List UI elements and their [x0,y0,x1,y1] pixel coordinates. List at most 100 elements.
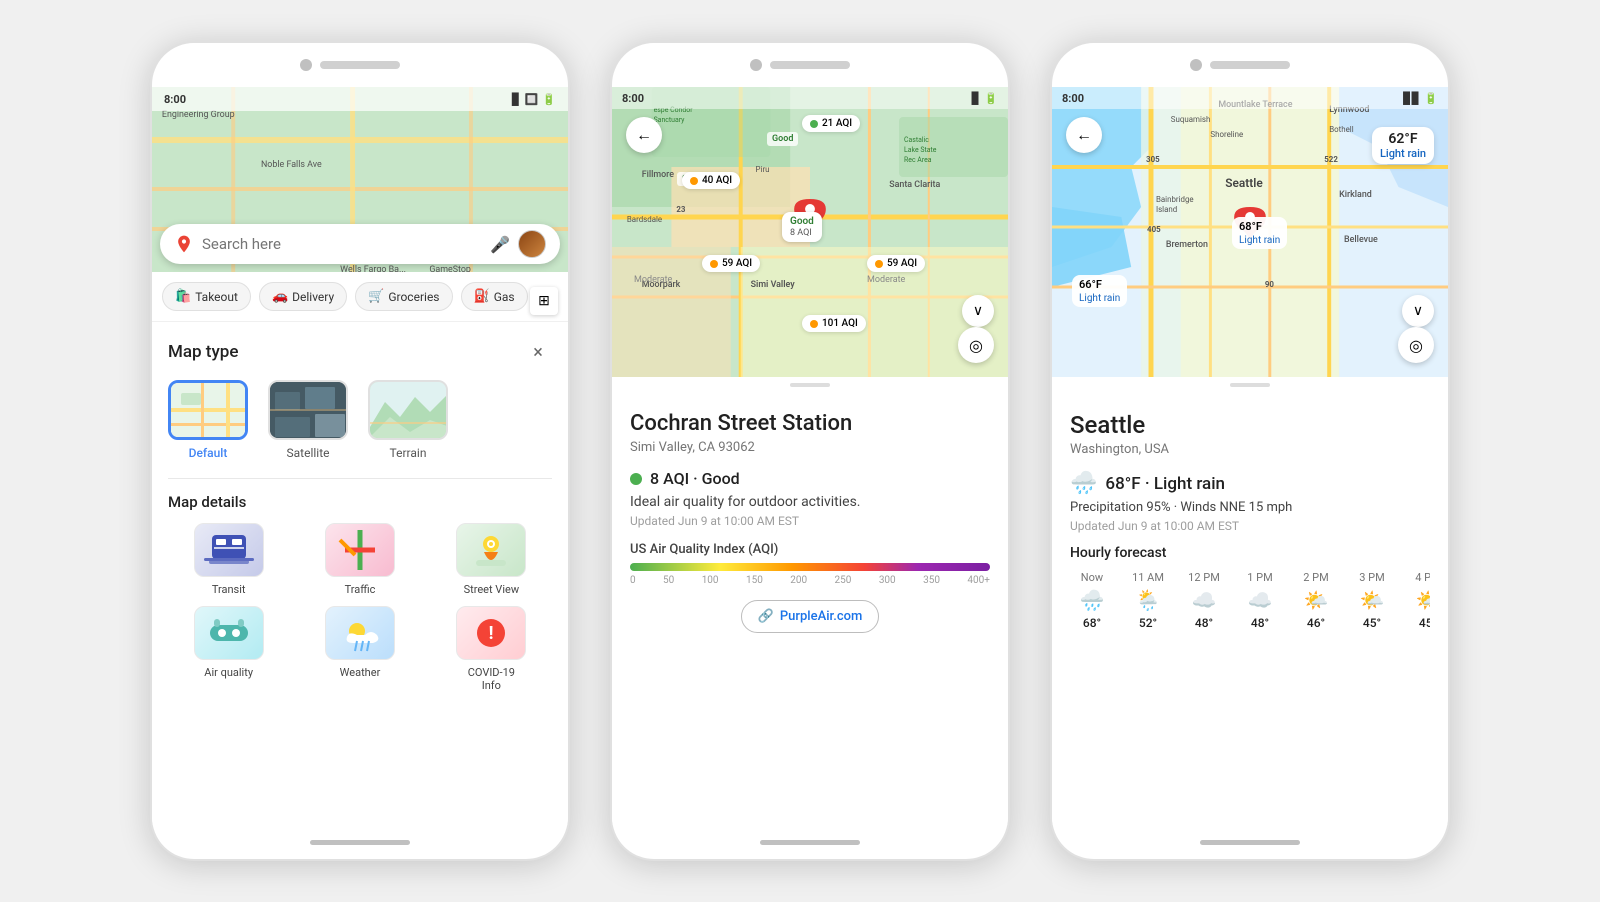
hourly-temp: 48° [1195,616,1213,630]
hourly-scroll: Now 🌧️ 68° 11 AM 🌦️ 52° 12 PM ☁️ 48° 1 P… [1070,571,1430,636]
svg-text:305: 305 [1146,155,1160,164]
svg-text:Bainbridge: Bainbridge [1156,195,1194,204]
aqi-badge-59a: 59 AQI [702,255,760,272]
detail-covid[interactable]: ! COVID-19 Info [431,606,552,692]
aqi-scale-bar [630,563,990,571]
map-type-title: Map type [168,342,238,362]
map-type-default[interactable]: Default [168,380,248,460]
map-type-terrain[interactable]: Terrain [368,380,448,460]
phone1-time: 8:00 [164,93,186,106]
svg-text:405: 405 [1147,225,1161,234]
detail-transit[interactable]: Transit [168,523,289,596]
svg-text:Lake State: Lake State [904,146,937,154]
location-button-2[interactable]: ◎ [958,327,994,363]
map-type-panel: Map type × [152,322,568,479]
purpleair-button[interactable]: 🔗 PurpleAir.com [741,600,880,633]
user-avatar[interactable] [518,230,546,258]
signal-icon-2: ▊ [972,92,980,105]
weather-city: Seattle [1070,411,1430,439]
groceries-icon: 🛒 [368,289,384,304]
back-button-3[interactable]: ← [1066,117,1102,153]
phone2-speaker [770,61,850,69]
aqi-scale-labels: 050100150200250300350400+ [630,575,990,586]
satellite-label: Satellite [287,446,330,460]
detail-traffic[interactable]: Traffic [299,523,420,596]
hourly-weather-icon: 🌧️ [1080,588,1105,612]
shortcut-chips: 🛍️ Takeout 🚗 Delivery 🛒 Groceries ⛽ Gas … [152,272,568,322]
map-details-grid: Transit Traffic [152,523,568,708]
terrain-thumb [368,380,448,440]
svg-text:23: 23 [676,205,686,214]
delivery-icon: 🚗 [272,289,288,304]
hourly-time: 2 PM [1303,571,1328,584]
default-thumb [168,380,248,440]
temp-badge-66: 66°FLight rain [1072,275,1127,307]
detail-weather[interactable]: Weather [299,606,420,692]
layers-icon[interactable]: ⊞ [530,287,558,315]
phone3-status: 8:00 ▊▊ 🔋 [1052,87,1448,109]
hourly-item: 12 PM ☁️ 48° [1182,571,1226,630]
scroll-indicator-3 [1052,377,1448,393]
hourly-temp: 68° [1083,616,1101,630]
svg-text:Suquamish: Suquamish [1171,115,1211,124]
satellite-thumb-bg [270,382,346,438]
hourly-weather-icon: ☁️ [1192,588,1217,612]
weather-temp: 68°F · Light rain [1105,474,1225,494]
good-label-top: Good [767,132,798,146]
signal-icon: ▊ [512,93,520,106]
phone3-map: 8:00 ▊▊ 🔋 [1052,87,1448,377]
weather-badge-rain: Light rain [1380,147,1426,160]
close-button[interactable]: × [524,338,552,366]
phone1-search-bar[interactable]: Search here 🎤 [160,224,560,264]
svg-text:Engineering Group: Engineering Group [162,110,235,120]
chip-groceries[interactable]: 🛒 Groceries [355,282,452,311]
layers-btn-3[interactable]: ∨ [1402,295,1434,327]
back-button-2[interactable]: ← [626,117,662,153]
mic-icon[interactable]: 🎤 [490,235,510,254]
takeout-icon: 🛍️ [175,289,191,304]
chip-takeout[interactable]: 🛍️ Takeout [162,282,251,311]
weather-current: 🌧️ 68°F · Light rain [1070,471,1430,496]
phone2-map: 8:00 ▊ 🔋 [612,87,1008,377]
moderate-label-1: Moderate [634,275,672,285]
svg-text:Island: Island [1156,205,1177,214]
hourly-weather-icon: 🌦️ [1136,588,1161,612]
phone1-status-icons: ▊ 🔲 🔋 [512,93,556,106]
svg-text:Seattle: Seattle [1225,176,1263,190]
weather-label: Weather [340,666,381,679]
hourly-temp: 45° [1363,616,1381,630]
layers-btn-2[interactable]: ∨ [962,295,994,327]
transit-icon-box [194,523,264,577]
covid-label: COVID-19 Info [468,666,515,692]
map-type-satellite[interactable]: Satellite [268,380,348,460]
google-maps-icon [174,234,194,254]
chip-delivery[interactable]: 🚗 Delivery [259,282,347,311]
hourly-item: 1 PM ☁️ 48° [1238,571,1282,630]
back-icon-3: ← [1076,125,1092,145]
purpleair-container: 🔗 PurpleAir.com [630,600,990,633]
svg-text:522: 522 [1324,155,1338,164]
traffic-label: Traffic [345,583,376,596]
rain-cloud-icon: 🌧️ [1070,471,1097,496]
svg-text:Noble Falls Ave: Noble Falls Ave [261,160,322,170]
detail-airquality[interactable]: Air quality [168,606,289,692]
phones-container: Engineering Group Noble Falls Ave Miso G… [0,21,1600,881]
streetview-label: Street View [464,583,520,596]
weather-info-panel: Seattle Washington, USA 🌧️ 68°F · Light … [1052,393,1448,646]
good-bubble: Good8 AQI [782,212,822,242]
phone2-bottom-bar [760,840,860,845]
aqi-badge-40: 40 AQI [682,172,740,189]
chip-gas[interactable]: ⛽ Gas [461,282,528,311]
svg-text:Rec Area: Rec Area [904,156,932,164]
location-button-3[interactable]: ◎ [1398,327,1434,363]
hourly-time: Now [1081,571,1103,584]
hourly-item: 3 PM 🌤️ 45° [1350,571,1394,630]
airquality-icon-box [194,606,264,660]
detail-streetview[interactable]: Street View [431,523,552,596]
location-address: Simi Valley, CA 93062 [630,440,990,455]
hourly-temp: 52° [1139,616,1157,630]
search-input[interactable]: Search here [202,235,482,253]
pin-temp-label: 68°FLight rain [1232,217,1287,249]
hourly-forecast-label: Hourly forecast [1070,545,1430,561]
svg-text:Kirkland: Kirkland [1339,190,1372,200]
